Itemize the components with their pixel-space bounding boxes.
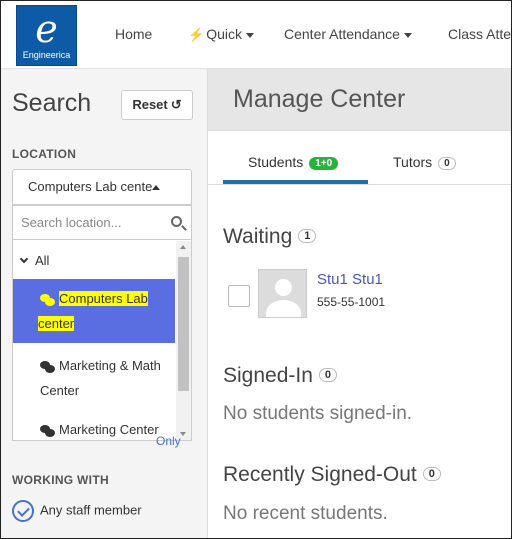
signed-in-empty-message: No students signed-in.	[223, 403, 413, 424]
option-label-line2: center	[38, 316, 75, 331]
caret-down-icon	[403, 32, 412, 38]
reset-label: Reset	[132, 97, 168, 112]
caret-down-icon	[245, 32, 254, 38]
waiting-heading: Waiting 1	[223, 225, 317, 249]
app-window: e Engineerica Home ⚡ Quick Center Attenda…	[0, 0, 512, 539]
location-option-marketing-math[interactable]: Marketing & Math Center	[13, 353, 175, 403]
nav-center-attendance-label: Center Attendance	[284, 26, 400, 42]
chevron-down-icon	[19, 254, 29, 264]
recent-empty-message: No recent students.	[223, 503, 388, 524]
recent-count-badge: 0	[422, 467, 441, 482]
option-all-label: All	[35, 253, 50, 268]
location-option-marketing-center[interactable]: Marketing Center	[13, 417, 175, 440]
tab-tutors[interactable]: Tutors 0	[393, 154, 456, 170]
option-label-line2: Center	[40, 383, 80, 398]
staff-label: Any staff member	[40, 502, 142, 518]
logo-text: Engineerica	[22, 50, 71, 60]
tab-students[interactable]: Students 1+0	[248, 154, 339, 170]
option-label-line1: Computers Lab	[59, 291, 148, 306]
waiting-count-badge: 1	[298, 229, 317, 244]
avatar-body	[266, 300, 301, 317]
comments-icon	[40, 424, 56, 437]
nav-center-attendance[interactable]: Center Attendance	[284, 26, 412, 42]
location-option-all[interactable]: All	[19, 253, 50, 268]
search-sidebar: Search Reset ↺ LOCATION Computers Lab cen…	[1, 69, 208, 538]
location-dropdown: Search location... All Computers Lab cen…	[12, 205, 192, 441]
student-select-checkbox[interactable]	[228, 285, 250, 307]
location-option-computers-lab[interactable]: Computers Lab center	[13, 279, 175, 343]
tutors-count-badge: 0	[438, 156, 456, 170]
location-selected-value: Computers Lab cente	[28, 179, 153, 194]
student-name-link[interactable]: Stu1 Stu1	[317, 271, 383, 288]
location-select[interactable]: Computers Lab cente	[12, 169, 192, 205]
nav-class-attendance-label: Class Atte	[448, 26, 512, 42]
signed-in-heading-label: Signed-In	[223, 364, 313, 387]
top-navbar: e Engineerica Home ⚡ Quick Center Attenda…	[1, 1, 511, 69]
signed-in-heading: Signed-In 0	[223, 364, 338, 388]
students-count-badge: 1+0	[309, 156, 339, 170]
check-circle-icon	[12, 500, 34, 522]
option-label-line1: Marketing & Math	[59, 358, 161, 373]
sidebar-title: Search	[12, 89, 92, 117]
location-search-placeholder: Search location...	[21, 215, 122, 230]
only-link[interactable]: Only	[156, 434, 181, 448]
reset-button[interactable]: Reset ↺	[121, 90, 193, 120]
any-staff-option[interactable]: Any staff member	[12, 500, 142, 522]
page-title: Manage Center	[233, 85, 406, 113]
location-search-input[interactable]: Search location...	[13, 206, 191, 240]
scrollbar-thumb[interactable]	[178, 257, 189, 391]
option-label-line1: Marketing Center	[59, 422, 159, 437]
nav-home[interactable]: Home	[115, 26, 152, 42]
location-options-list: All Computers Lab center Marketing & Mat…	[13, 241, 175, 440]
recent-heading: Recently Signed-Out 0	[223, 463, 441, 487]
search-icon	[171, 216, 182, 227]
undo-icon: ↺	[170, 97, 182, 112]
engineerica-logo[interactable]: e Engineerica	[16, 5, 77, 66]
scroll-down-icon[interactable]	[180, 432, 186, 436]
comments-icon	[40, 360, 56, 373]
student-id: 555-55-1001	[317, 295, 386, 309]
nav-quick[interactable]: ⚡ Quick	[188, 26, 254, 43]
logo-mark: e	[35, 7, 58, 51]
working-with-label: WORKING WITH	[12, 473, 109, 487]
bolt-icon: ⚡	[188, 27, 205, 42]
nav-quick-label: Quick	[206, 26, 242, 42]
active-tab-indicator	[223, 180, 368, 184]
nav-home-label: Home	[115, 26, 153, 42]
caret-up-icon	[152, 185, 161, 191]
waiting-heading-label: Waiting	[223, 225, 293, 248]
nav-class-attendance[interactable]: Class Atte	[448, 26, 511, 42]
main-header: Manage Center	[208, 69, 511, 131]
recent-heading-label: Recently Signed-Out	[223, 463, 417, 486]
signed-in-count-badge: 0	[318, 368, 338, 383]
avatar-head	[275, 279, 292, 296]
location-label: LOCATION	[12, 147, 77, 161]
dropdown-scrollbar[interactable]	[176, 241, 191, 440]
tab-bar: Students 1+0 Tutors 0	[208, 132, 511, 185]
student-avatar	[258, 269, 307, 318]
scroll-up-icon[interactable]	[180, 245, 186, 249]
tab-students-label: Students	[248, 154, 304, 170]
comments-icon	[40, 293, 56, 306]
tab-tutors-label: Tutors	[393, 154, 433, 170]
